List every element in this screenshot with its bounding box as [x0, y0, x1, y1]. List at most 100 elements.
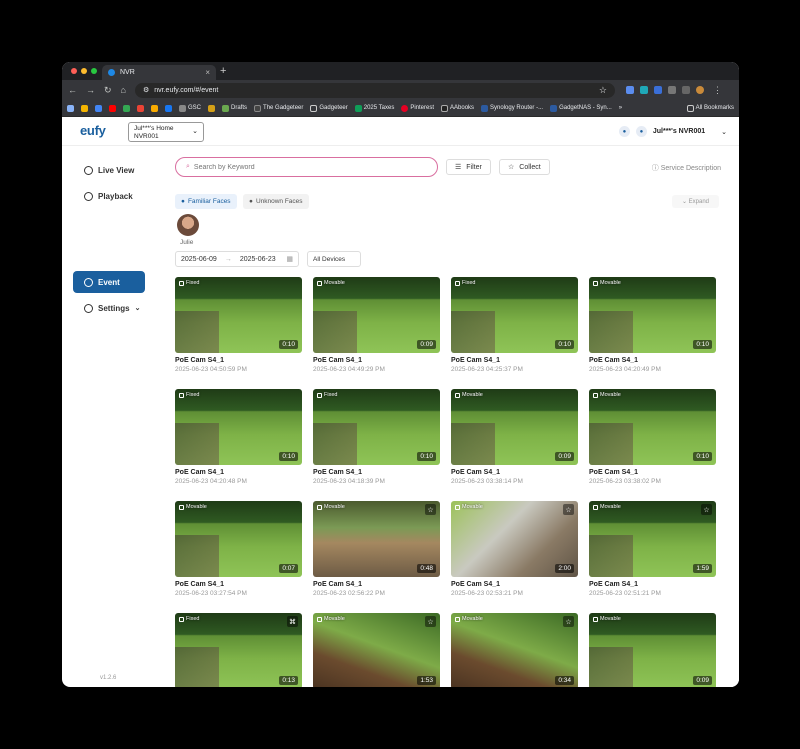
sidebar-item-live-view[interactable]: Live View — [73, 159, 145, 181]
browser-tab[interactable]: NVR × — [102, 65, 216, 80]
tab-unknown-faces[interactable]: ● Unknown Faces — [243, 194, 309, 209]
home-selector[interactable]: Jul***'s Home NVR001 ⌄ — [128, 122, 204, 142]
bookmark-pinterest[interactable]: Pinterest — [401, 104, 434, 112]
bookmark-shortcut-icon[interactable] — [137, 104, 144, 112]
bookmark-shortcut-icon[interactable] — [123, 104, 130, 112]
favorite-icon[interactable]: ☆ — [563, 504, 574, 515]
event-card[interactable]: Movable 0:09 PoE Cam S4_1 2025-06-23 03:… — [451, 389, 578, 486]
event-thumbnail[interactable]: Movable ☆ 0:48 — [313, 501, 440, 577]
bookmark-gsc[interactable]: GSC — [179, 104, 201, 112]
favorite-icon[interactable]: ☆ — [563, 616, 574, 627]
favorite-icon[interactable]: ⌘ — [287, 616, 298, 627]
clip-duration: 1:53 — [417, 676, 436, 685]
collect-button[interactable]: ☆ Collect — [499, 159, 550, 175]
sidebar-item-settings[interactable]: Settings ⌄ — [73, 297, 145, 319]
event-thumbnail[interactable]: Movable 0:09 — [313, 277, 440, 353]
event-thumbnail[interactable]: Movable 0:09 — [589, 613, 716, 687]
extension-icon[interactable] — [625, 86, 634, 94]
camera-mode-icon — [179, 392, 184, 398]
extension-icon[interactable] — [639, 86, 648, 94]
event-card[interactable]: Movable 0:10 PoE Cam S4_1 2025-06-23 03:… — [589, 389, 716, 486]
maximize-window-button[interactable] — [91, 68, 97, 74]
event-thumbnail[interactable]: Fixed ⌘ 0:13 — [175, 613, 302, 687]
event-card[interactable]: Fixed 0:10 PoE Cam S4_1 2025-06-23 04:18… — [313, 389, 440, 486]
facebook-icon[interactable] — [165, 104, 172, 112]
youtube-icon[interactable] — [109, 104, 116, 112]
event-thumbnail[interactable]: Fixed 0:10 — [175, 389, 302, 465]
event-card[interactable]: Fixed 0:10 PoE Cam S4_1 2025-06-23 04:20… — [175, 389, 302, 486]
analytics-icon[interactable] — [151, 104, 158, 112]
service-description-link[interactable]: ⓘ Service Description — [652, 163, 721, 173]
extension-icon[interactable] — [653, 86, 662, 94]
bookmark-the-gadgeteer[interactable]: The Gadgeteer — [254, 104, 303, 112]
event-thumbnail[interactable]: Movable ☆ 1:59 — [589, 501, 716, 577]
user-icon[interactable]: ● — [635, 126, 647, 137]
event-thumbnail[interactable]: Fixed 0:10 — [451, 277, 578, 353]
home-icon[interactable]: ⌂ — [121, 85, 126, 95]
event-card[interactable]: Movable ☆ 1:53 — [313, 613, 440, 687]
puzzle-icon[interactable] — [667, 86, 676, 94]
sidebar-item-playback[interactable]: Playback — [73, 185, 145, 207]
bookmark-gadgeteer-folder[interactable]: Gadgeteer — [310, 104, 348, 112]
new-tab-button[interactable]: + — [220, 65, 226, 77]
event-thumbnail[interactable]: Movable ☆ 2:00 — [451, 501, 578, 577]
event-card[interactable]: Fixed 0:10 PoE Cam S4_1 2025-06-23 04:25… — [451, 277, 578, 374]
site-info-icon[interactable]: ⚙ — [143, 86, 149, 94]
date-range-picker[interactable]: 2025-06-09 → 2025-06-23 ▦ — [175, 251, 299, 267]
sidebar-item-event[interactable]: Event — [73, 271, 145, 293]
chevron-down-icon[interactable]: ⌄ — [721, 128, 727, 136]
search-input[interactable] — [193, 163, 414, 171]
bookmark-shortcut-icon[interactable] — [95, 104, 102, 112]
close-window-button[interactable] — [71, 68, 77, 74]
favorite-icon[interactable]: ☆ — [425, 616, 436, 627]
event-thumbnail[interactable]: Movable 0:10 — [589, 389, 716, 465]
bookmark-aabooks[interactable]: AAbooks — [441, 104, 474, 112]
event-thumbnail[interactable]: Movable ☆ 0:34 — [451, 613, 578, 687]
search-box[interactable]: ⌕ — [175, 157, 438, 177]
favorite-icon[interactable]: ☆ — [701, 504, 712, 515]
minimize-window-button[interactable] — [81, 68, 87, 74]
event-card[interactable]: Movable ☆ 0:48 PoE Cam S4_1 2025-06-23 0… — [313, 501, 440, 598]
close-tab-icon[interactable]: × — [205, 68, 210, 77]
bell-icon[interactable]: ● — [618, 126, 630, 137]
event-thumbnail[interactable]: Movable 0:10 — [589, 277, 716, 353]
event-card[interactable]: Fixed 0:10 PoE Cam S4_1 2025-06-23 04:50… — [175, 277, 302, 374]
bookmark-shortcut-icon[interactable] — [208, 104, 216, 112]
event-card[interactable]: Movable 0:09 PoE Cam S4_1 2025-06-23 04:… — [313, 277, 440, 374]
all-bookmarks[interactable]: All Bookmarks — [686, 104, 734, 112]
event-card[interactable]: Movable 0:09 — [589, 613, 716, 687]
bookmark-drafts[interactable]: Drafts — [222, 104, 247, 112]
bookmarks-overflow[interactable]: » — [619, 105, 622, 111]
profile-avatar[interactable] — [695, 86, 704, 94]
event-card[interactable]: Movable 0:10 PoE Cam S4_1 2025-06-23 04:… — [589, 277, 716, 374]
event-thumbnail[interactable]: Fixed 0:10 — [175, 277, 302, 353]
bookmark-shortcut-icon[interactable] — [81, 104, 88, 112]
event-card[interactable]: Movable ☆ 1:59 PoE Cam S4_1 2025-06-23 0… — [589, 501, 716, 598]
bookmark-2025-taxes[interactable]: 2025 Taxes — [354, 104, 394, 112]
device-select[interactable]: All Devices — [307, 251, 361, 267]
reload-icon[interactable]: ↻ — [104, 85, 112, 96]
event-card[interactable]: Movable 0:07 PoE Cam S4_1 2025-06-23 03:… — [175, 501, 302, 598]
event-card[interactable]: Movable ☆ 0:34 — [451, 613, 578, 687]
bookmark-gadgetnas[interactable]: GadgetNAS - Syn... — [550, 104, 612, 112]
account-name[interactable]: Jul***'s NVR001 — [653, 128, 705, 135]
event-thumbnail[interactable]: Movable ☆ 1:53 — [313, 613, 440, 687]
sidepanel-icon[interactable] — [681, 86, 690, 94]
filter-button[interactable]: ☰ Filter — [446, 159, 491, 175]
favorite-icon[interactable]: ☆ — [425, 504, 436, 515]
menu-kebab-icon[interactable]: ⋮ — [713, 85, 722, 96]
event-thumbnail[interactable]: Fixed 0:10 — [313, 389, 440, 465]
event-card[interactable]: Movable ☆ 2:00 PoE Cam S4_1 2025-06-23 0… — [451, 501, 578, 598]
tab-familiar-faces[interactable]: ● Familiar Faces — [175, 194, 237, 209]
event-thumbnail[interactable]: Movable 0:07 — [175, 501, 302, 577]
forward-icon[interactable]: → — [86, 85, 95, 95]
event-card[interactable]: Fixed ⌘ 0:13 — [175, 613, 302, 687]
bookmark-synology-router[interactable]: Synology Router -... — [481, 104, 543, 112]
apps-grid-icon[interactable] — [67, 104, 74, 112]
event-thumbnail[interactable]: Movable 0:09 — [451, 389, 578, 465]
bookmark-star-icon[interactable]: ☆ — [599, 85, 607, 96]
expand-button[interactable]: ⌄ Expand — [671, 195, 719, 208]
face-avatar[interactable] — [177, 214, 199, 236]
url-field[interactable]: ⚙ nvr.eufy.com/#/event ☆ — [134, 82, 615, 98]
back-icon[interactable]: ← — [68, 85, 77, 95]
